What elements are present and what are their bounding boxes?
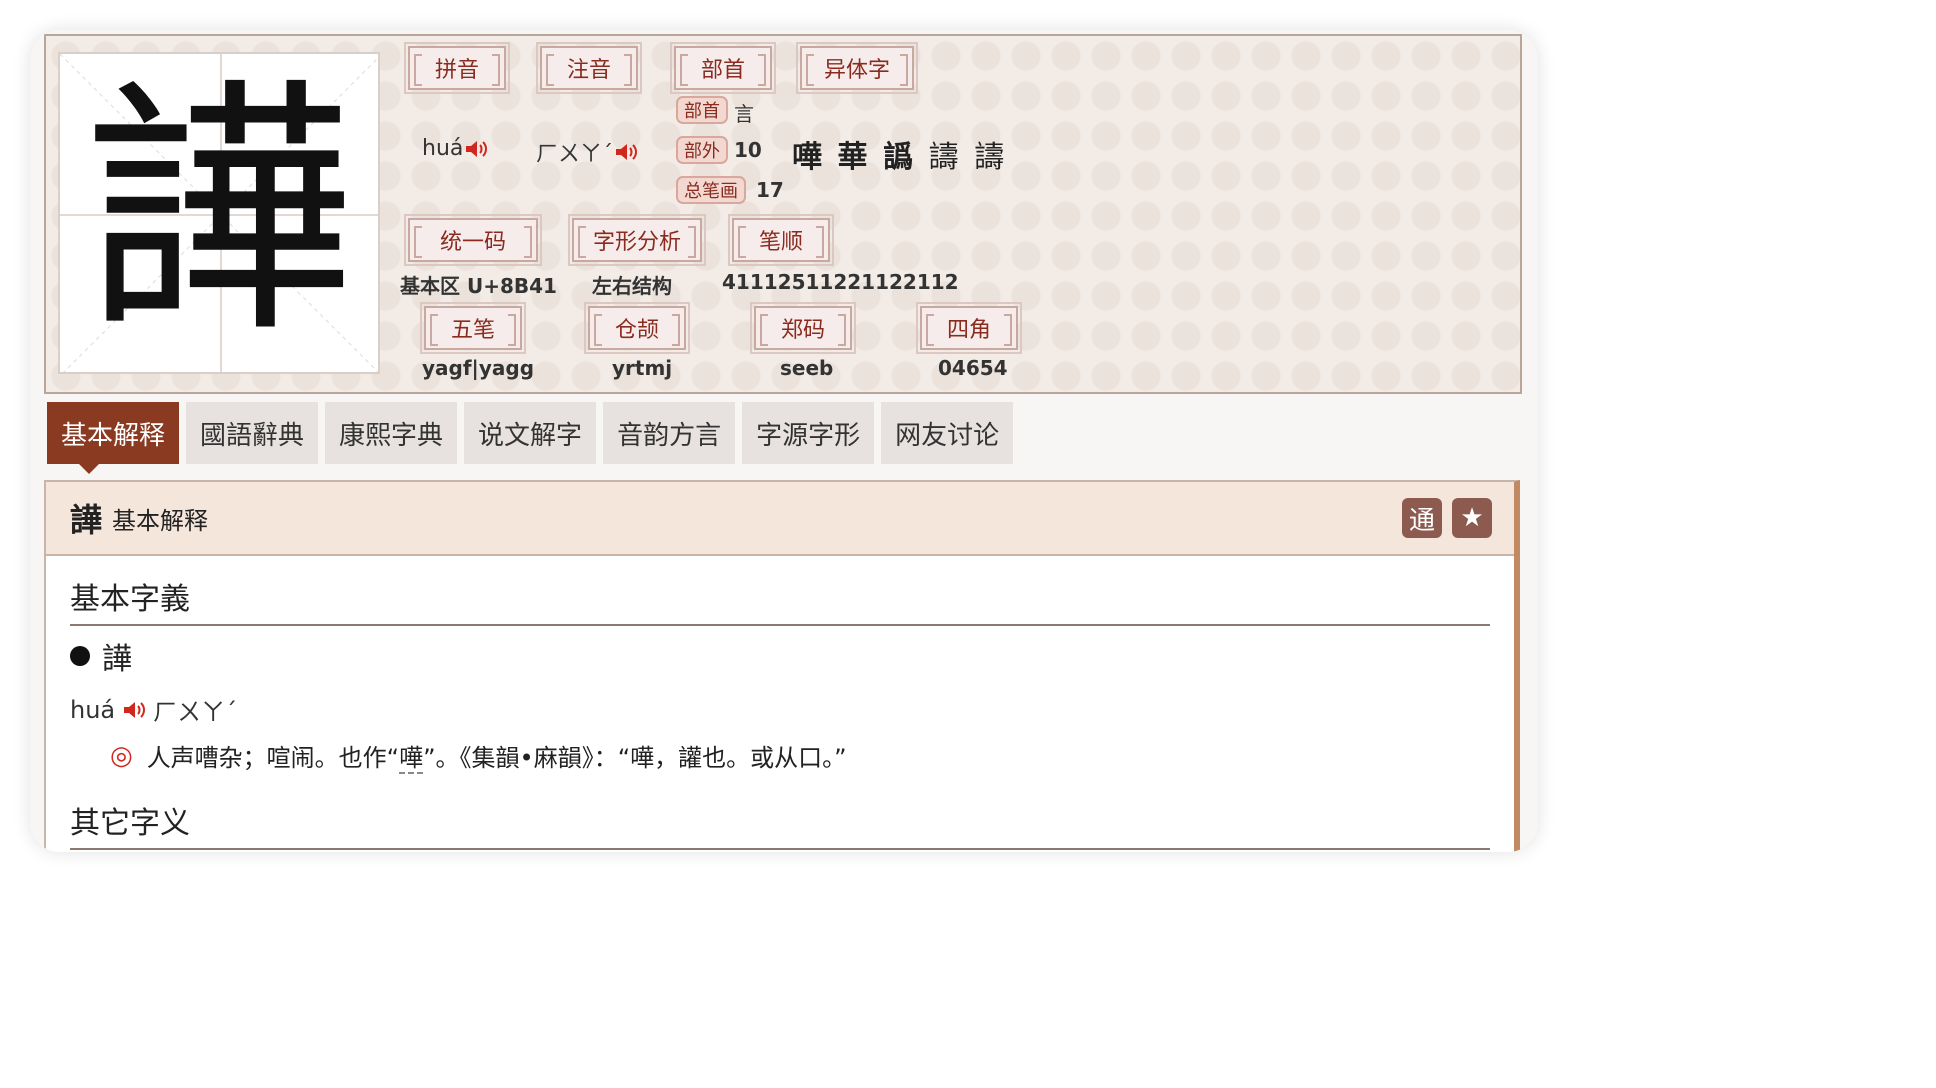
variant-characters: 嘩 華 譌 譸 譸 bbox=[792, 132, 1010, 176]
entry-heading: 譁 bbox=[70, 634, 132, 678]
total-strokes-value: 17 bbox=[756, 178, 784, 202]
tag-zhengma: 郑码 bbox=[750, 302, 856, 354]
page-frame: 譁 拼音 注音 部首 异体字 huá ㄏㄨㄚˊ 部首 言 部外 10 总笔画 1… bbox=[30, 30, 1538, 852]
variant-char[interactable]: 華 bbox=[838, 140, 868, 175]
explanation-header: 譁 基本解释 bbox=[46, 482, 1514, 556]
tab-phonology-dialect[interactable]: 音韵方言 bbox=[603, 402, 736, 464]
tag-wubi: 五笔 bbox=[420, 302, 526, 354]
tab-basic-explanation[interactable]: 基本解释 bbox=[47, 402, 180, 474]
outside-strokes-pill: 部外 bbox=[676, 136, 728, 164]
definition-mark-icon: ◎ bbox=[110, 740, 133, 771]
large-character: 譁 bbox=[85, 57, 353, 369]
speaker-icon[interactable] bbox=[615, 142, 638, 162]
tag-unicode: 统一码 bbox=[404, 214, 542, 266]
variant-char[interactable]: 譌 bbox=[883, 140, 913, 175]
radical-value: 言 bbox=[734, 102, 754, 126]
tag-pinyin: 拼音 bbox=[404, 42, 510, 94]
bullet-icon bbox=[70, 646, 90, 666]
tag-radical: 部首 bbox=[670, 42, 776, 94]
character-display: 譁 bbox=[58, 52, 380, 374]
tab-shuowen[interactable]: 说文解字 bbox=[464, 402, 597, 464]
tab-kangxi-dictionary[interactable]: 康熙字典 bbox=[325, 402, 458, 464]
traditional-toggle-button[interactable]: 通 bbox=[1402, 498, 1442, 538]
unicode-value: 基本区 U+8B41 bbox=[400, 274, 557, 298]
wubi-value: yagf|yagg bbox=[422, 356, 535, 380]
tab-etymology[interactable]: 字源字形 bbox=[742, 402, 875, 464]
section-other-meanings: 其它字义 bbox=[70, 798, 1490, 850]
header-title: 基本解释 bbox=[112, 506, 209, 535]
speaker-icon[interactable] bbox=[123, 700, 146, 720]
definition-text-b: ”。《集韻•麻韻》：“嘩，讙也。或从口。” bbox=[423, 744, 847, 772]
pinyin-text: huá bbox=[422, 136, 464, 161]
outside-strokes-value: 10 bbox=[734, 138, 762, 162]
tab-user-discussion[interactable]: 网友讨论 bbox=[881, 402, 1014, 464]
tag-zhuyin: 注音 bbox=[536, 42, 642, 94]
four-corner-value: 04654 bbox=[938, 356, 1008, 380]
definition-link[interactable]: 嘩 bbox=[399, 744, 424, 774]
stroke-order-value: 41112511221122112 bbox=[722, 270, 959, 294]
tag-structure: 字形分析 bbox=[568, 214, 706, 266]
zhuyin-reading: ㄏㄨㄚˊ bbox=[536, 136, 638, 168]
total-strokes-pill: 总笔画 bbox=[676, 176, 746, 204]
zhengma-value: seeb bbox=[780, 356, 834, 380]
zhuyin-text: ㄏㄨㄚˊ bbox=[536, 142, 614, 167]
character-info-panel: 譁 拼音 注音 部首 异体字 huá ㄏㄨㄚˊ 部首 言 部外 10 总笔画 1… bbox=[44, 34, 1522, 394]
tag-stroke-order: 笔顺 bbox=[728, 214, 834, 266]
definition-text-a: 人声嘈杂；喧闹。也作“ bbox=[146, 744, 400, 772]
cangjie-value: yrtmj bbox=[612, 356, 673, 380]
speaker-icon[interactable] bbox=[465, 139, 488, 159]
definition-line: ◎ 人声嘈杂；喧闹。也作“嘩”。《集韻•麻韻》：“嘩，讙也。或从口。” bbox=[110, 738, 847, 774]
variant-char[interactable]: 嘩 bbox=[792, 140, 822, 175]
header-character: 譁 bbox=[70, 501, 103, 539]
entry-pronunciation: huá ㄏㄨㄚˊ bbox=[70, 692, 237, 727]
entry-zhuyin: ㄏㄨㄚˊ bbox=[153, 698, 238, 726]
entry-character: 譁 bbox=[102, 642, 132, 677]
tag-cangjie: 仓颉 bbox=[584, 302, 690, 354]
structure-value: 左右结构 bbox=[592, 274, 672, 298]
tab-guoyu-dictionary[interactable]: 國語辭典 bbox=[186, 402, 319, 464]
variant-char[interactable]: 譸 bbox=[974, 140, 1004, 175]
tab-bar: 基本解释 國語辭典 康熙字典 说文解字 音韵方言 字源字形 网友讨论 bbox=[47, 402, 1014, 474]
section-basic-meaning: 基本字義 bbox=[70, 574, 1490, 626]
tag-four-corner: 四角 bbox=[916, 302, 1022, 354]
tag-variants: 异体字 bbox=[796, 42, 918, 94]
radical-pill: 部首 bbox=[676, 96, 728, 124]
explanation-panel: 譁 基本解释 通 ★ 基本字義 譁 huá ㄏㄨㄚˊ ◎ 人声嘈杂；喧闹。也作“… bbox=[44, 480, 1520, 852]
definition-text: 人声嘈杂；喧闹。也作“嘩”。《集韻•麻韻》：“嘩，讙也。或从口。” bbox=[146, 738, 847, 774]
variant-char[interactable]: 譸 bbox=[929, 140, 959, 175]
pinyin-reading: huá bbox=[422, 136, 488, 161]
entry-pinyin: huá bbox=[70, 695, 116, 724]
favorite-star-icon[interactable]: ★ bbox=[1452, 498, 1492, 538]
